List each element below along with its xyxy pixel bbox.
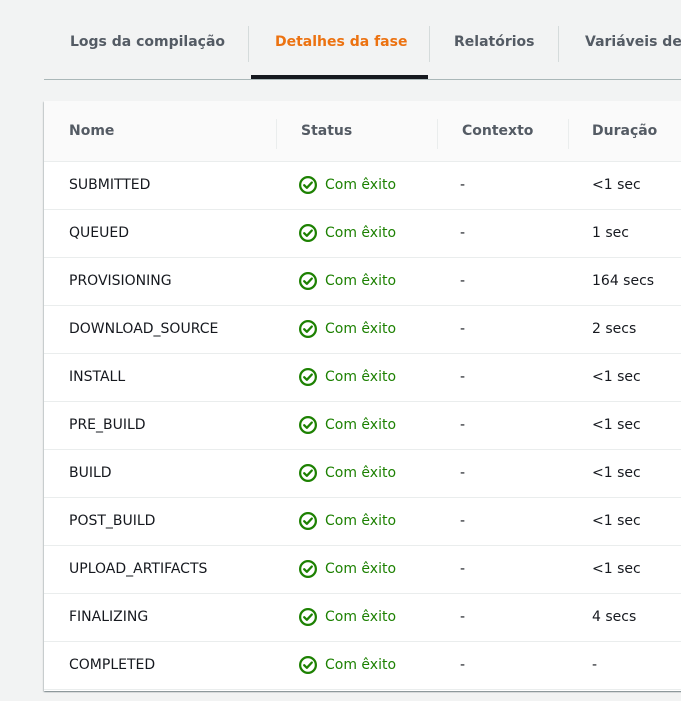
status-text: Com êxito: [325, 225, 397, 241]
status-badge: Com êxito: [299, 656, 396, 674]
status-text: Com êxito: [325, 369, 397, 385]
tab-divider: [558, 26, 559, 62]
table-row: INSTALL Com êxito - <1 sec: [44, 354, 681, 402]
status-badge: Com êxito: [299, 560, 396, 578]
check-circle-icon: [299, 512, 325, 530]
table-row: UPLOAD_ARTIFACTS Com êxito - <1 sec: [44, 546, 681, 594]
status-text: Com êxito: [325, 513, 397, 529]
status-badge: Com êxito: [299, 224, 396, 242]
table-row: PROVISIONING Com êxito - 164 secs: [44, 258, 681, 306]
tab-phase-details[interactable]: Detalhes da fase: [275, 34, 407, 50]
table-row: COMPLETED Com êxito - -: [44, 642, 681, 690]
column-divider[interactable]: [568, 119, 569, 149]
check-circle-icon: [299, 320, 325, 338]
phase-context: -: [460, 321, 466, 337]
column-header-name: Nome: [69, 123, 115, 139]
phase-name: COMPLETED: [69, 657, 156, 673]
table-row: BUILD Com êxito - <1 sec: [44, 450, 681, 498]
phase-duration: <1 sec: [592, 465, 641, 481]
status-badge: Com êxito: [299, 368, 396, 386]
phase-duration: <1 sec: [592, 177, 641, 193]
table-row: DOWNLOAD_SOURCE Com êxito - 2 secs: [44, 306, 681, 354]
tab-reports[interactable]: Relatórios: [454, 34, 535, 50]
check-circle-icon: [299, 176, 325, 194]
table-row: SUBMITTED Com êxito - <1 sec: [44, 162, 681, 210]
phase-duration: 2 secs: [592, 321, 637, 337]
phase-context: -: [460, 513, 466, 529]
status-badge: Com êxito: [299, 512, 396, 530]
phase-duration: -: [592, 657, 598, 673]
check-circle-icon: [299, 464, 325, 482]
phase-duration: <1 sec: [592, 369, 641, 385]
status-badge: Com êxito: [299, 608, 396, 626]
phase-context: -: [460, 369, 466, 385]
phase-context: -: [460, 177, 466, 193]
status-text: Com êxito: [325, 657, 397, 673]
column-divider[interactable]: [437, 119, 438, 149]
phase-name: INSTALL: [69, 369, 126, 385]
phase-context: -: [460, 273, 466, 289]
tab-divider: [429, 26, 430, 62]
check-circle-icon: [299, 656, 325, 674]
status-text: Com êxito: [325, 417, 397, 433]
column-header-status: Status: [301, 123, 353, 139]
status-text: Com êxito: [325, 273, 397, 289]
phase-name: BUILD: [69, 465, 112, 481]
column-header-context: Contexto: [462, 123, 534, 139]
phase-duration: <1 sec: [592, 561, 641, 577]
phase-name: DOWNLOAD_SOURCE: [69, 321, 219, 337]
phase-name: FINALIZING: [69, 609, 149, 625]
phase-context: -: [460, 561, 466, 577]
phase-context: -: [460, 657, 466, 673]
phase-duration: 4 secs: [592, 609, 637, 625]
check-circle-icon: [299, 368, 325, 386]
tab-bar: Logs da compilação Detalhes da fase Rela…: [44, 0, 681, 80]
status-text: Com êxito: [325, 321, 397, 337]
check-circle-icon: [299, 416, 325, 434]
phase-name: PROVISIONING: [69, 273, 172, 289]
table-row: QUEUED Com êxito - 1 sec: [44, 210, 681, 258]
phase-duration: 164 secs: [592, 273, 655, 289]
table-header: Nome Status Contexto Duração: [44, 101, 681, 162]
tab-divider: [248, 26, 249, 62]
phase-name: PRE_BUILD: [69, 417, 146, 433]
phase-duration: <1 sec: [592, 417, 641, 433]
phase-context: -: [460, 417, 466, 433]
check-circle-icon: [299, 224, 325, 242]
status-text: Com êxito: [325, 177, 397, 193]
phase-name: UPLOAD_ARTIFACTS: [69, 561, 208, 577]
phase-details-table: Nome Status Contexto Duração SUBMITTED Co…: [44, 101, 681, 691]
status-badge: Com êxito: [299, 176, 396, 194]
status-text: Com êxito: [325, 609, 397, 625]
column-header-duration: Duração: [592, 123, 658, 139]
status-badge: Com êxito: [299, 272, 396, 290]
status-badge: Com êxito: [299, 320, 396, 338]
phase-duration: <1 sec: [592, 513, 641, 529]
tab-environment-variables[interactable]: Variáveis de: [585, 34, 681, 50]
phase-name: SUBMITTED: [69, 177, 151, 193]
phase-duration: 1 sec: [592, 225, 629, 241]
status-badge: Com êxito: [299, 416, 396, 434]
column-divider[interactable]: [276, 119, 277, 149]
status-badge: Com êxito: [299, 464, 396, 482]
table-row: PRE_BUILD Com êxito - <1 sec: [44, 402, 681, 450]
check-circle-icon: [299, 560, 325, 578]
phase-name: POST_BUILD: [69, 513, 156, 529]
check-circle-icon: [299, 608, 325, 626]
phase-name: QUEUED: [69, 225, 129, 241]
status-text: Com êxito: [325, 561, 397, 577]
table-row: POST_BUILD Com êxito - <1 sec: [44, 498, 681, 546]
active-tab-indicator: [251, 75, 428, 79]
tab-build-logs[interactable]: Logs da compilação: [70, 34, 225, 50]
status-text: Com êxito: [325, 465, 397, 481]
table-row: FINALIZING Com êxito - 4 secs: [44, 594, 681, 642]
check-circle-icon: [299, 272, 325, 290]
phase-context: -: [460, 225, 466, 241]
phase-context: -: [460, 609, 466, 625]
phase-context: -: [460, 465, 466, 481]
